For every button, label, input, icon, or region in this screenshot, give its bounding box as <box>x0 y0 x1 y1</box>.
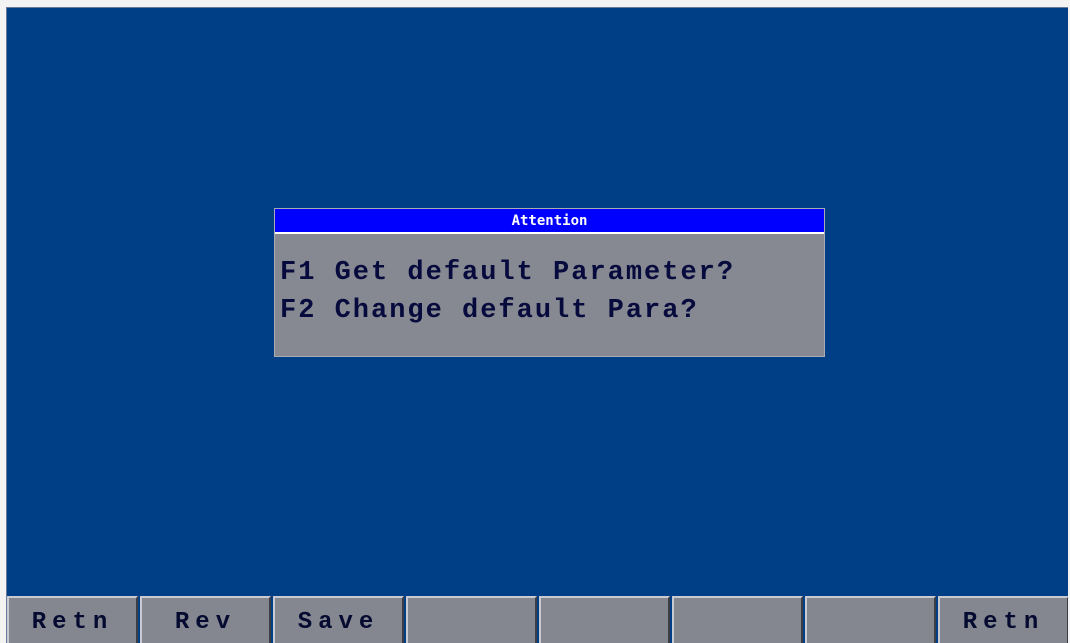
f3-save-button[interactable]: Save <box>273 596 404 643</box>
dialog-body: F1 Get default Parameter? F2 Change defa… <box>275 234 824 330</box>
function-key-bar: Retn Rev Save Retn <box>7 593 1068 643</box>
f1-retn-button[interactable]: Retn <box>7 596 138 643</box>
f8-retn-button[interactable]: Retn <box>938 596 1068 643</box>
f5-empty-button[interactable] <box>539 596 670 643</box>
dialog-option-f1[interactable]: F1 Get default Parameter? <box>280 254 824 292</box>
f7-empty-button[interactable] <box>805 596 936 643</box>
f4-empty-button[interactable] <box>406 596 537 643</box>
dialog-title: Attention <box>275 209 824 234</box>
dialog-option-f2[interactable]: F2 Change default Para? <box>280 292 824 330</box>
f2-rev-button[interactable]: Rev <box>140 596 271 643</box>
f6-empty-button[interactable] <box>672 596 803 643</box>
cnc-screen: Attention F1 Get default Parameter? F2 C… <box>6 7 1068 643</box>
attention-dialog: Attention F1 Get default Parameter? F2 C… <box>274 208 825 357</box>
